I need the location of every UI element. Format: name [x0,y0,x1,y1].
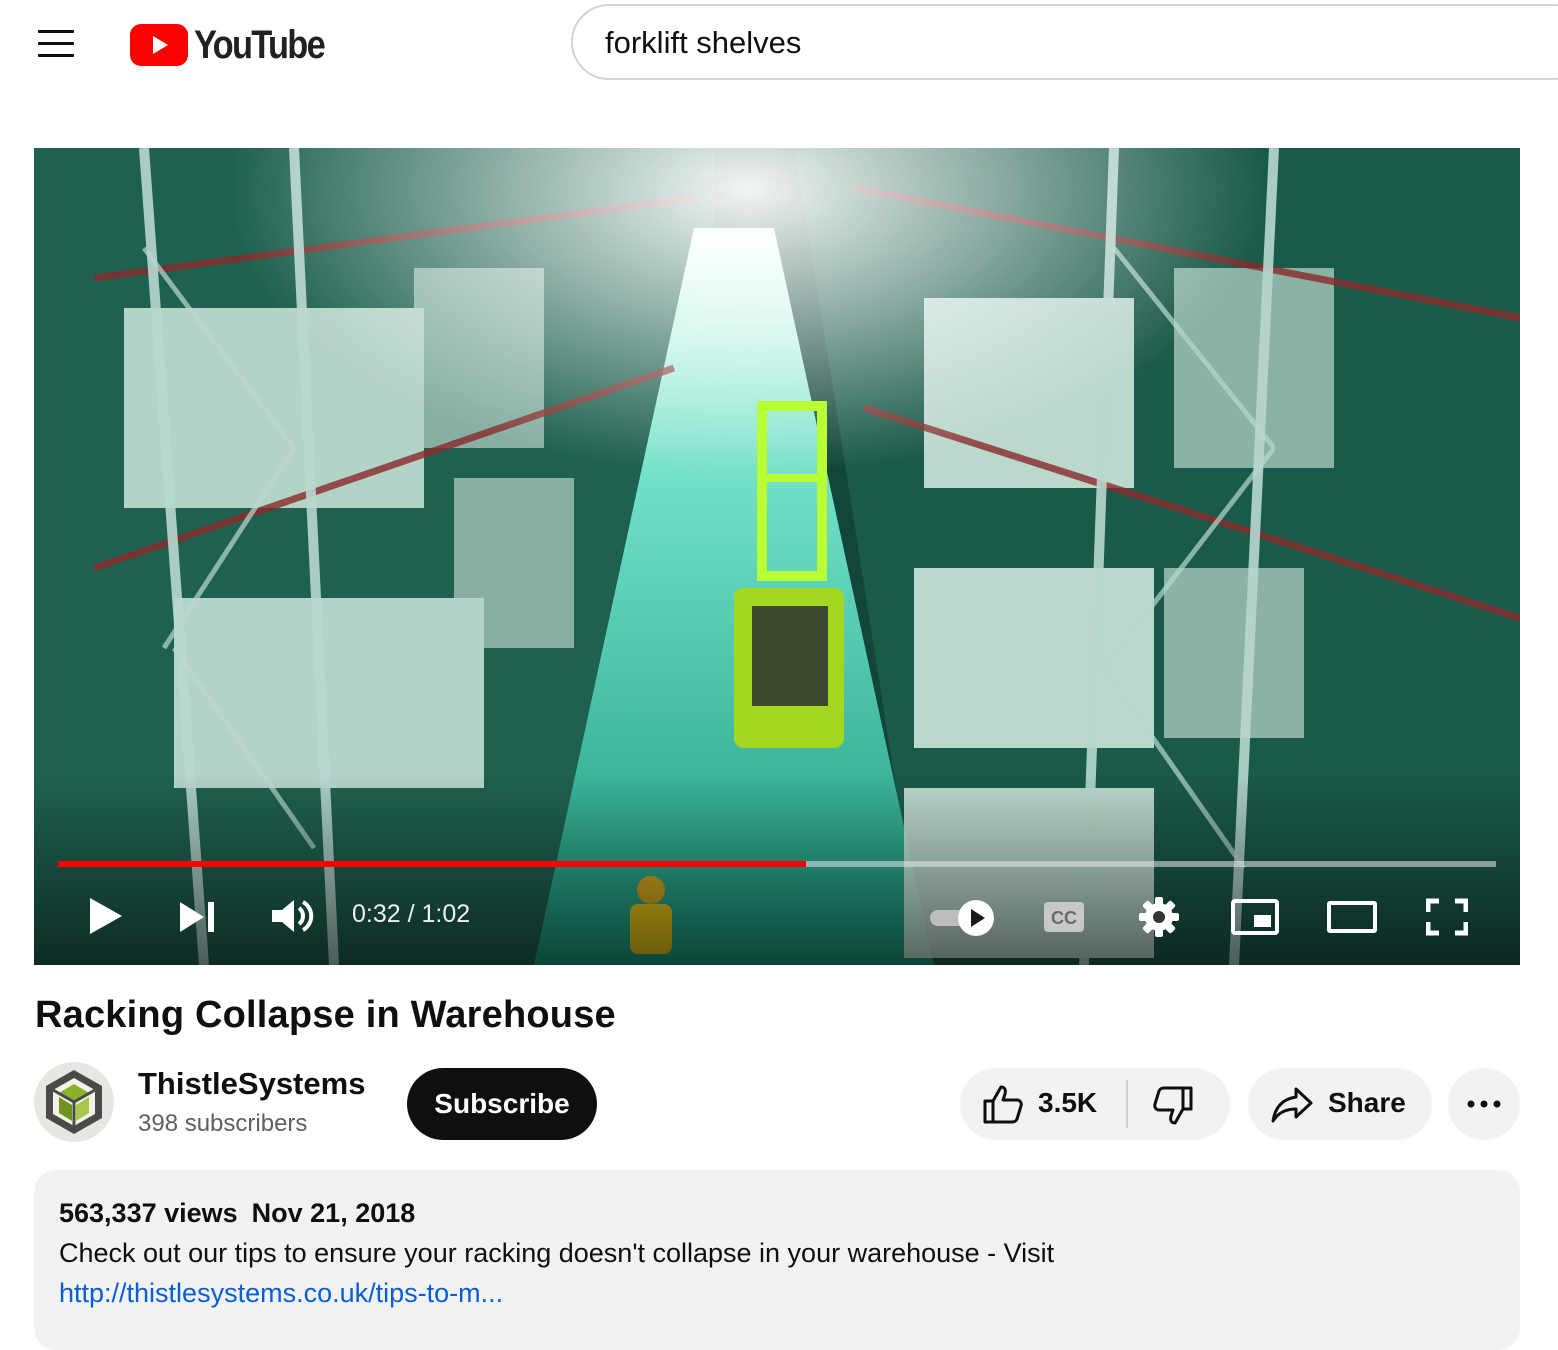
next-icon[interactable] [178,900,218,934]
share-button[interactable]: Share [1248,1068,1432,1140]
subscriber-count: 398 subscribers [138,1110,308,1137]
upload-date: Nov 21, 2018 [251,1198,416,1228]
fullscreen-icon[interactable] [1426,898,1468,936]
description-meta: 563,337 views Nov 21, 2018 [59,1198,415,1229]
logo-text: YouTube [194,22,326,67]
cc-icon[interactable]: CC [1042,900,1086,934]
more-dots-icon [1467,1100,1501,1108]
autoplay-toggle-icon[interactable] [928,898,998,938]
svg-text:CC: CC [1051,908,1077,928]
share-label: Share [1328,1087,1406,1118]
like-button[interactable]: 3.5K [960,1068,1126,1140]
video-title: Racking Collapse in Warehouse [35,994,616,1036]
more-actions-button[interactable] [1448,1068,1520,1140]
thumbs-down-icon [1153,1086,1193,1125]
time-display: 0:32 / 1:02 [352,900,471,928]
miniplayer-icon[interactable] [1230,898,1280,936]
description-link[interactable]: http://thistlesystems.co.uk/tips-to-m... [59,1278,503,1309]
description-box[interactable]: 563,337 views Nov 21, 2018 Check out our … [34,1170,1520,1350]
view-count: 563,337 views [59,1198,238,1228]
channel-avatar[interactable] [34,1062,114,1142]
theater-icon[interactable] [1326,900,1378,934]
share-icon [1271,1087,1313,1123]
thumbs-up-icon [983,1085,1023,1124]
settings-icon[interactable] [1138,896,1180,938]
controls-gradient [34,775,1520,965]
search-box[interactable] [571,4,1558,80]
progress-bar[interactable] [58,861,1496,867]
menu-icon[interactable] [36,26,80,62]
channel-name[interactable]: ThistleSystems [138,1066,365,1102]
channel-logo-icon [46,1070,102,1134]
youtube-play-logo-icon [130,24,188,66]
volume-icon[interactable] [270,896,316,936]
search-input[interactable] [605,22,1505,64]
progress-played [58,861,806,867]
video-player[interactable]: 0:32 / 1:02 CC [34,148,1520,965]
subscribe-button[interactable]: Subscribe [407,1068,597,1140]
play-icon[interactable] [86,896,126,936]
description-text: Check out our tips to ensure your rackin… [59,1238,1055,1268]
like-count: 3.5K [1038,1087,1098,1118]
dislike-button[interactable] [1128,1068,1230,1140]
youtube-logo[interactable]: YouTube [130,22,345,68]
